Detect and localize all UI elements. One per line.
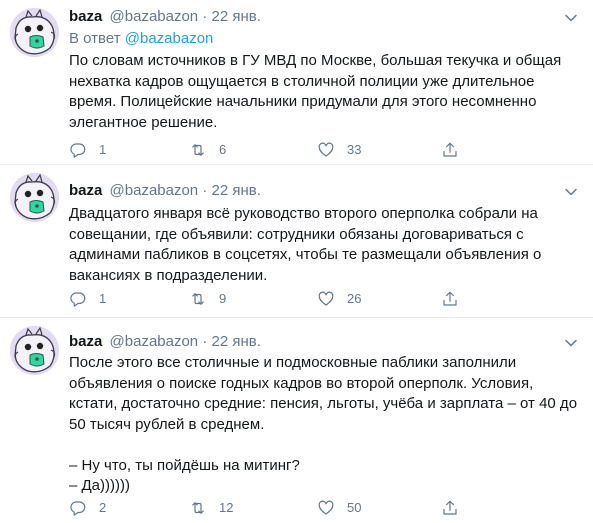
tweet-text: Двадцатого января всё руководство второг… xyxy=(69,205,542,284)
retweet-button[interactable]: 6 xyxy=(189,140,226,160)
tweet-header: baza @bazabazon · 22 янв. xyxy=(69,333,261,351)
author-handle[interactable]: @bazabazon xyxy=(110,333,199,350)
reply-count: 1 xyxy=(99,291,107,306)
tweet-date[interactable]: 22 янв. xyxy=(212,333,261,350)
retweet-count: 12 xyxy=(219,500,234,515)
reply-to-link[interactable]: @bazabazon xyxy=(125,30,214,47)
avatar[interactable] xyxy=(10,326,59,375)
share-button[interactable] xyxy=(441,289,459,309)
avatar[interactable] xyxy=(10,8,59,57)
share-icon xyxy=(441,141,459,159)
tweet-actions: 1 9 26 xyxy=(69,289,569,309)
separator-dot: · xyxy=(202,333,208,350)
share-button[interactable] xyxy=(441,498,459,518)
reply-count: 1 xyxy=(99,142,107,157)
tweet-header: baza @bazabazon · 22 янв. xyxy=(69,8,261,26)
tweet-text: После этого все столичные и подмосковные… xyxy=(69,354,578,494)
reply-context: В ответ @bazabazon xyxy=(69,30,213,48)
tweet-actions: 2 12 50 xyxy=(69,498,569,518)
heart-icon xyxy=(317,290,335,308)
tweet[interactable]: baza @bazabazon · 22 янв. Двадцатого янв… xyxy=(0,165,593,318)
reply-button[interactable]: 2 xyxy=(69,498,106,518)
like-button[interactable]: 33 xyxy=(317,140,361,160)
heart-icon xyxy=(317,141,335,159)
author-name[interactable]: baza xyxy=(69,8,102,25)
author-name[interactable]: baza xyxy=(69,182,102,199)
tweet[interactable]: baza @bazabazon · 22 янв. После этого вс… xyxy=(0,318,593,523)
cartoon-creature-avatar-icon xyxy=(10,326,59,375)
cartoon-creature-avatar-icon xyxy=(10,8,59,57)
retweet-button[interactable]: 12 xyxy=(189,498,233,518)
retweet-button[interactable]: 9 xyxy=(189,289,226,309)
chevron-down-icon[interactable] xyxy=(563,10,579,26)
tweet-actions: 1 6 33 xyxy=(69,140,569,160)
reply-count: 2 xyxy=(99,500,107,515)
tweet-date[interactable]: 22 янв. xyxy=(212,8,261,25)
like-count: 33 xyxy=(347,142,362,157)
chevron-down-icon[interactable] xyxy=(563,335,579,351)
retweet-count: 9 xyxy=(219,291,227,306)
retweet-count: 6 xyxy=(219,142,227,157)
reply-bubble-icon xyxy=(69,141,87,159)
tweet-header: baza @bazabazon · 22 янв. xyxy=(69,182,261,200)
separator-dot: · xyxy=(202,8,208,25)
cartoon-creature-avatar-icon xyxy=(10,173,59,222)
reply-button[interactable]: 1 xyxy=(69,140,106,160)
reply-bubble-icon xyxy=(69,290,87,308)
reply-button[interactable]: 1 xyxy=(69,289,106,309)
like-count: 50 xyxy=(347,500,362,515)
avatar[interactable] xyxy=(10,173,59,222)
chevron-down-icon[interactable] xyxy=(563,184,579,200)
author-handle[interactable]: @bazabazon xyxy=(110,8,199,25)
like-button[interactable]: 50 xyxy=(317,498,361,518)
reply-bubble-icon xyxy=(69,499,87,517)
heart-icon xyxy=(317,499,335,517)
share-icon xyxy=(441,499,459,517)
retweet-icon xyxy=(189,141,207,159)
share-icon xyxy=(441,290,459,308)
share-button[interactable] xyxy=(441,140,459,160)
separator-dot: · xyxy=(202,182,208,199)
tweet-text: По словам источников в ГУ МВД по Москве,… xyxy=(69,52,562,131)
tweet[interactable]: baza @bazabazon · 22 янв. В ответ @bazab… xyxy=(0,0,593,165)
retweet-icon xyxy=(189,499,207,517)
like-button[interactable]: 26 xyxy=(317,289,361,309)
author-name[interactable]: baza xyxy=(69,333,102,350)
like-count: 26 xyxy=(347,291,362,306)
author-handle[interactable]: @bazabazon xyxy=(110,182,199,199)
tweet-date[interactable]: 22 янв. xyxy=(212,182,261,199)
reply-prefix: В ответ xyxy=(69,30,121,47)
retweet-icon xyxy=(189,290,207,308)
